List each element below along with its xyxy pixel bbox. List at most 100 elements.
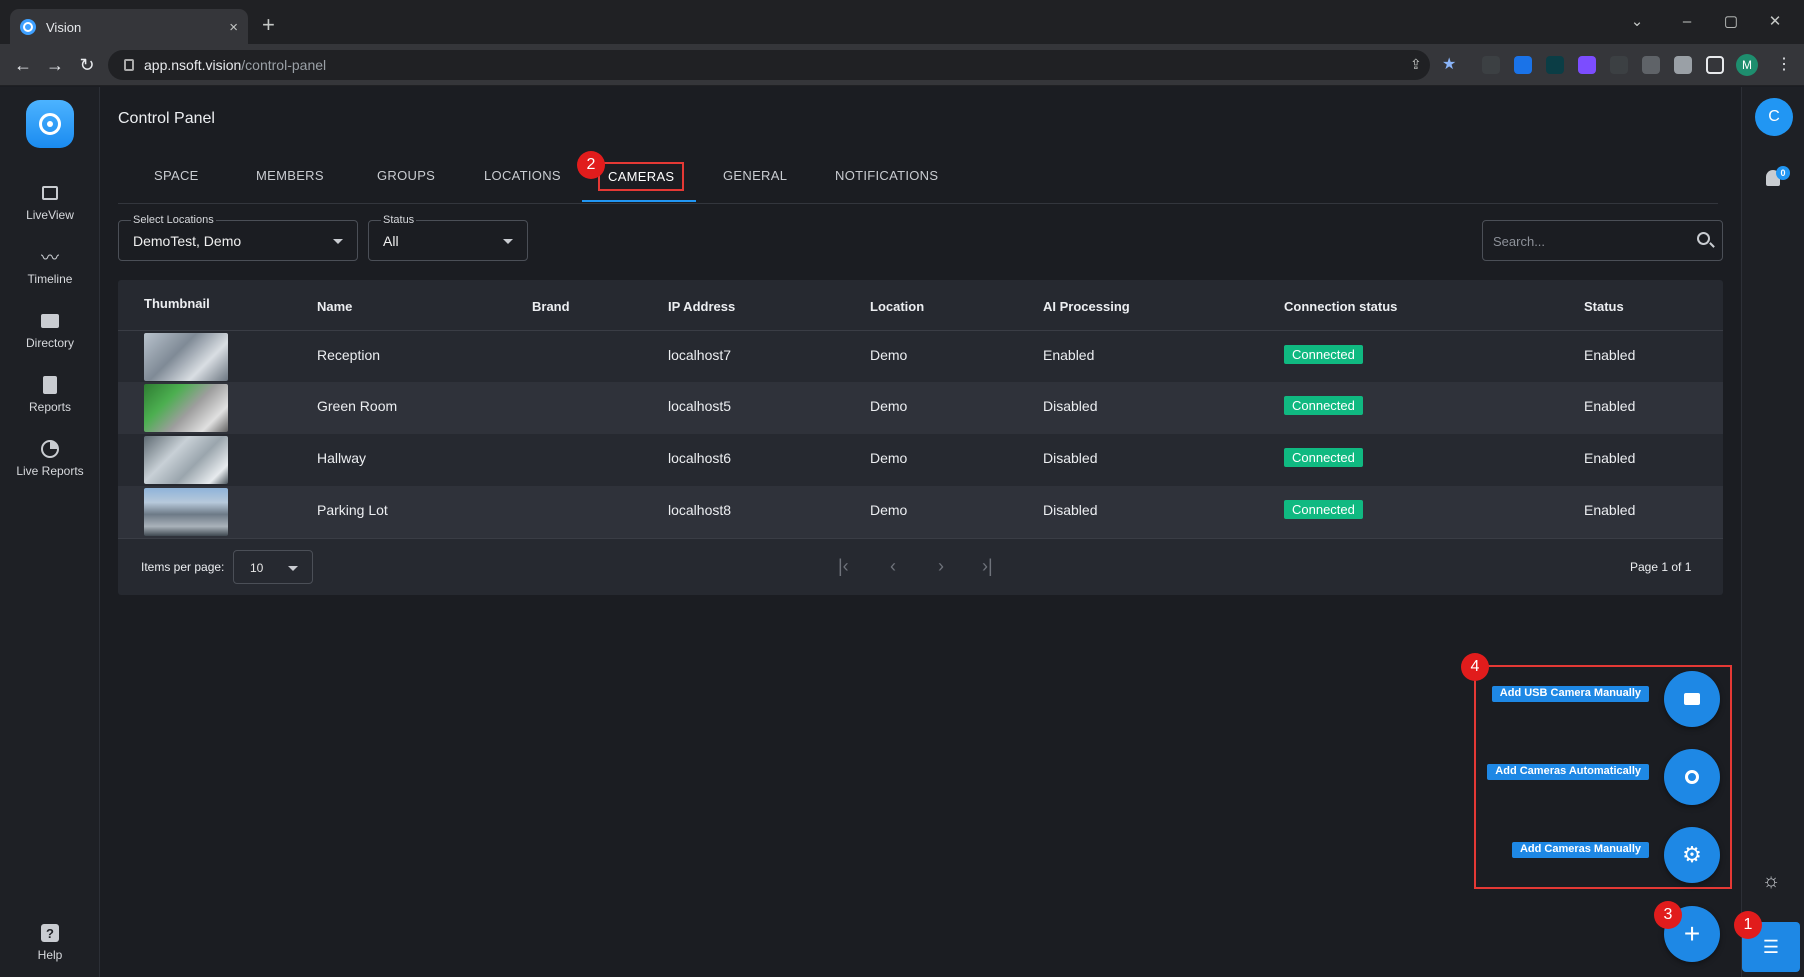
tab-groups[interactable]: GROUPS [377, 168, 435, 183]
trend-icon: 〰 [41, 248, 59, 268]
annotation-marker-4: 4 [1461, 653, 1489, 681]
search-input[interactable]: Search... [1482, 220, 1723, 261]
extensions-puzzle-icon[interactable] [1674, 56, 1692, 74]
camera-ip: localhost8 [668, 502, 732, 518]
back-button[interactable]: ← [10, 52, 36, 78]
annotation-marker-2: 2 [577, 151, 605, 179]
tab-notifications[interactable]: NOTIFICATIONS [835, 168, 938, 183]
browser-tab[interactable]: Vision × [10, 9, 248, 45]
nav-liveview[interactable]: LiveView [0, 174, 100, 230]
add-cameras-manually-label[interactable]: Add Cameras Manually [1511, 842, 1649, 858]
items-per-page-label: Items per page: [141, 560, 225, 574]
items-per-page-value: 10 [250, 561, 264, 575]
next-page-button[interactable]: › [938, 556, 944, 577]
first-page-button[interactable]: |‹ [838, 556, 849, 577]
column-header-ip[interactable]: IP Address [668, 299, 735, 314]
status-select[interactable]: Status All [368, 214, 528, 261]
tab-space[interactable]: SPACE [154, 168, 199, 183]
nav-directory[interactable]: Directory [0, 302, 100, 358]
tab-search-chevron-icon[interactable]: ⌄ [1620, 6, 1654, 36]
camera-location: Demo [870, 502, 908, 518]
videocam-icon [1684, 693, 1700, 705]
forward-button[interactable]: → [42, 52, 68, 78]
minimize-button[interactable]: – [1670, 6, 1704, 36]
connection-status-badge: Connected [1284, 448, 1363, 467]
nav-reports-label: Reports [28, 400, 72, 414]
address-bar[interactable]: app.nsoft.vision/control-panel [108, 50, 1430, 80]
document-icon [39, 374, 61, 396]
url-path: /control-panel [241, 57, 327, 73]
nav-timeline[interactable]: 〰 Timeline [0, 238, 100, 294]
camera-status: Enabled [1584, 398, 1636, 414]
app-logo-icon[interactable] [26, 100, 74, 148]
theme-toggle-sun-icon[interactable]: ☼ [1760, 870, 1782, 892]
camera-name: Green Room [317, 398, 398, 414]
extension-mask-icon[interactable] [1610, 56, 1628, 74]
annotation-marker-3: 3 [1654, 901, 1682, 929]
tab-close-icon[interactable]: × [229, 19, 238, 36]
column-header-connection[interactable]: Connection status [1284, 299, 1397, 314]
nav-reports[interactable]: Reports [0, 366, 100, 422]
user-avatar[interactable]: C [1755, 98, 1793, 136]
extension-stack-icon[interactable] [1642, 56, 1660, 74]
nav-live-reports[interactable]: Live Reports [0, 430, 100, 486]
gear-icon: ⚙ [1682, 842, 1702, 867]
extension-shield-icon[interactable] [1514, 56, 1532, 74]
close-window-button[interactable]: ✕ [1758, 6, 1792, 36]
reload-button[interactable]: ↻ [74, 52, 100, 78]
search-placeholder: Search... [1493, 234, 1546, 249]
column-header-ai[interactable]: AI Processing [1043, 299, 1130, 314]
column-header-status[interactable]: Status [1584, 299, 1624, 314]
vision-favicon-icon [20, 19, 36, 35]
nav-directory-label: Directory [25, 336, 74, 350]
camera-ai: Enabled [1043, 347, 1095, 363]
table-row[interactable]: Green Room localhost5 Demo Disabled Conn… [118, 382, 1723, 434]
browser-menu-icon[interactable]: ⋮ [1776, 54, 1792, 74]
extension-1-icon[interactable] [1482, 56, 1500, 74]
new-tab-button[interactable]: + [262, 12, 275, 38]
camera-status: Enabled [1584, 450, 1636, 466]
page-info: Page 1 of 1 [1630, 560, 1692, 574]
add-cameras-manually-button[interactable]: ⚙ [1664, 827, 1720, 883]
extension-n-icon[interactable] [1546, 56, 1564, 74]
camera-ip: localhost5 [668, 398, 732, 414]
add-cameras-automatically-button[interactable] [1664, 749, 1720, 805]
connection-status-badge: Connected [1284, 396, 1363, 415]
table-row[interactable]: Parking Lot localhost8 Demo Disabled Con… [118, 486, 1723, 538]
tab-general[interactable]: GENERAL [723, 168, 787, 183]
items-per-page-select[interactable]: 10 [233, 550, 313, 584]
previous-page-button[interactable]: ‹ [890, 556, 896, 577]
notification-count-badge: 0 [1776, 166, 1790, 180]
search-icon [1685, 770, 1699, 784]
nav-help[interactable]: ? Help [0, 914, 100, 970]
nav-live-reports-label: Live Reports [16, 464, 84, 478]
tab-locations[interactable]: LOCATIONS [484, 168, 561, 183]
tab-title: Vision [46, 19, 82, 35]
column-header-brand[interactable]: Brand [532, 299, 570, 314]
side-panel-icon[interactable] [1706, 56, 1724, 74]
connection-status-badge: Connected [1284, 500, 1363, 519]
bookmark-star-icon[interactable]: ★ [1442, 54, 1456, 74]
status-select-value: All [383, 233, 399, 249]
table-row[interactable]: Hallway localhost6 Demo Disabled Connect… [118, 434, 1723, 486]
last-page-button[interactable]: ›| [982, 556, 993, 577]
profile-avatar[interactable]: M [1736, 54, 1758, 76]
share-icon[interactable]: ⇪ [1410, 56, 1422, 73]
folder-icon [39, 310, 61, 332]
search-icon[interactable] [1697, 232, 1710, 245]
table-row[interactable]: Reception localhost7 Demo Enabled Connec… [118, 330, 1723, 382]
tab-cameras[interactable]: CAMERAS [598, 162, 685, 191]
url-host: app.nsoft.vision [144, 57, 242, 73]
locations-select[interactable]: Select Locations DemoTest, Demo [118, 214, 358, 261]
camera-ai: Disabled [1043, 450, 1098, 466]
add-usb-camera-label[interactable]: Add USB Camera Manually [1491, 686, 1649, 702]
add-cameras-automatically-label[interactable]: Add Cameras Automatically [1487, 764, 1649, 780]
column-header-location[interactable]: Location [870, 299, 924, 314]
tab-members[interactable]: MEMBERS [256, 168, 324, 183]
column-header-name[interactable]: Name [317, 299, 352, 314]
camera-thumbnail [144, 488, 228, 536]
maximize-button[interactable]: ▢ [1714, 6, 1748, 36]
extension-triangle-icon[interactable] [1578, 56, 1596, 74]
add-usb-camera-button[interactable] [1664, 671, 1720, 727]
camera-location: Demo [870, 398, 908, 414]
